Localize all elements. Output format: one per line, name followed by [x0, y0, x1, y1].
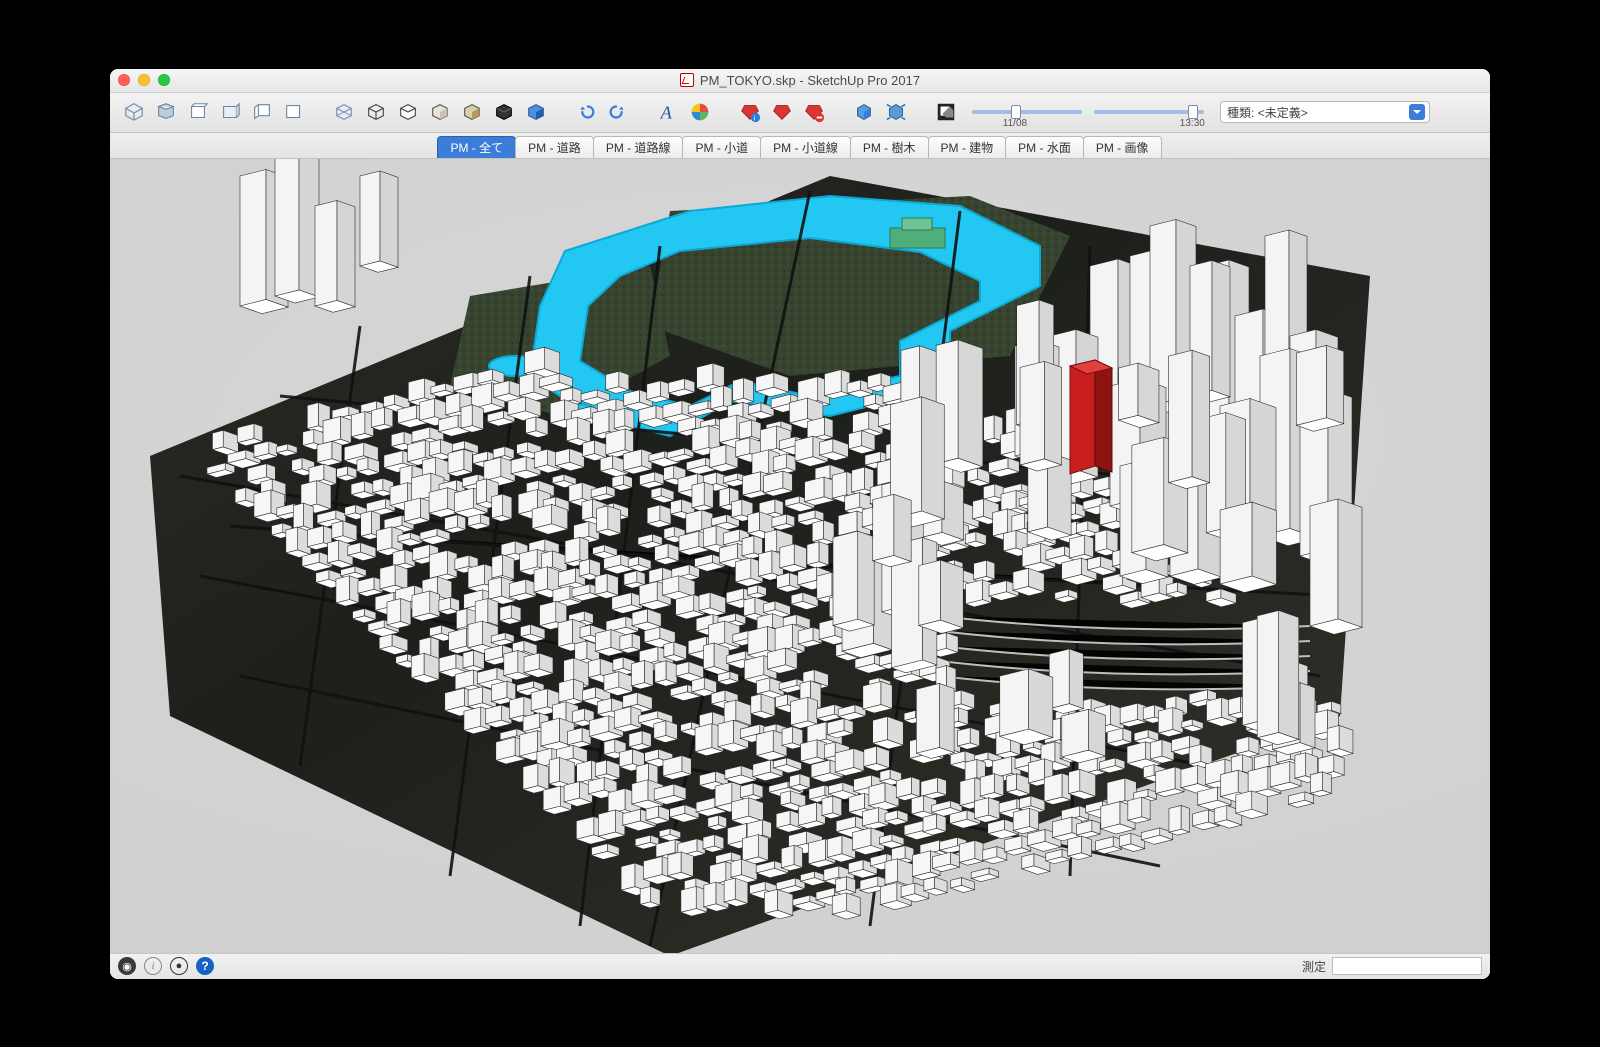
undo-redo-group: [572, 98, 632, 126]
hidden-line-style-button[interactable]: [394, 98, 422, 126]
user-icon[interactable]: ●: [170, 957, 188, 975]
ruby-group: i: [736, 98, 828, 126]
shaded-style-button[interactable]: [426, 98, 454, 126]
statusbar: ◉ i ● ? 測定: [110, 953, 1490, 979]
title-text: PM_TOKYO.skp - SketchUp Pro 2017: [700, 73, 920, 88]
city-model: [110, 159, 1490, 953]
info-icon[interactable]: i: [144, 957, 162, 975]
view-presets-group: [120, 98, 308, 126]
zoom-icon[interactable]: [158, 74, 170, 86]
viewport-3d[interactable]: [110, 159, 1490, 953]
scene-tab-8[interactable]: PM - 画像: [1083, 136, 1162, 158]
scene-tab-6[interactable]: PM - 建物: [928, 136, 1007, 158]
titlebar: PM_TOKYO.skp - SketchUp Pro 2017: [110, 69, 1490, 93]
window: PM_TOKYO.skp - SketchUp Pro 2017: [110, 69, 1490, 979]
make-component-button[interactable]: [850, 98, 878, 126]
ruby-ext-button[interactable]: [800, 98, 828, 126]
scene-tab-1[interactable]: PM - 道路: [515, 136, 594, 158]
measurement-label: 測定: [1302, 958, 1326, 975]
ruby-add-button[interactable]: [768, 98, 796, 126]
shaded-texture-style-button[interactable]: [458, 98, 486, 126]
toolbar: A i 11/08: [110, 93, 1490, 133]
explode-component-button[interactable]: [882, 98, 910, 126]
measurement-input[interactable]: [1332, 957, 1482, 975]
ruby-info-button[interactable]: i: [736, 98, 764, 126]
scene-tab-3[interactable]: PM - 小道: [682, 136, 761, 158]
svg-text:A: A: [660, 102, 673, 122]
text-color-group: A: [654, 98, 714, 126]
time-slider[interactable]: 13:30: [1094, 110, 1204, 114]
skp-file-icon: [680, 73, 694, 87]
back-view-button[interactable]: [216, 98, 244, 126]
scene-tab-bar: PM - 全てPM - 道路PM - 道路線PM - 小道PM - 小道線PM …: [110, 133, 1490, 159]
scene-tab-4[interactable]: PM - 小道線: [760, 136, 851, 158]
shadow-toggle-button[interactable]: [932, 98, 960, 126]
accent-red-tower: [1070, 360, 1112, 474]
minimize-icon[interactable]: [138, 74, 150, 86]
scene-tab-7[interactable]: PM - 水面: [1005, 136, 1084, 158]
iso-view-button[interactable]: [120, 98, 148, 126]
component-group: [850, 98, 910, 126]
xray-style-button[interactable]: [330, 98, 358, 126]
front-view-button[interactable]: [184, 98, 212, 126]
wireframe-style-button[interactable]: [362, 98, 390, 126]
help-icon[interactable]: ?: [196, 957, 214, 975]
color-wheel-button[interactable]: [686, 98, 714, 126]
scene-tab-5[interactable]: PM - 樹木: [850, 136, 929, 158]
color-by-layer-button[interactable]: [522, 98, 550, 126]
window-title: PM_TOKYO.skp - SketchUp Pro 2017: [110, 73, 1490, 88]
scene-tab-0[interactable]: PM - 全て: [437, 136, 516, 158]
scene-tab-2[interactable]: PM - 道路線: [593, 136, 684, 158]
date-slider[interactable]: 11/08: [972, 110, 1082, 114]
face-style-group: [330, 98, 550, 126]
type-select-text: 種類: <未定義>: [1227, 104, 1308, 121]
right-view-button[interactable]: [280, 98, 308, 126]
time-slider-label: 13:30: [1180, 118, 1205, 129]
shadow-group: [932, 98, 960, 126]
redo-button[interactable]: [604, 98, 632, 126]
left-view-button[interactable]: [248, 98, 276, 126]
text-tool-button[interactable]: A: [654, 98, 682, 126]
undo-button[interactable]: [572, 98, 600, 126]
date-slider-label: 11/08: [1003, 118, 1027, 129]
type-select[interactable]: 種類: <未定義>: [1220, 101, 1430, 123]
close-icon[interactable]: [118, 74, 130, 86]
top-view-button[interactable]: [152, 98, 180, 126]
protractor-icon[interactable]: ◉: [118, 957, 136, 975]
window-controls: [118, 74, 170, 86]
monochrome-style-button[interactable]: [490, 98, 518, 126]
chevron-down-icon: [1409, 104, 1425, 120]
measurement-box: 測定: [1302, 957, 1482, 975]
